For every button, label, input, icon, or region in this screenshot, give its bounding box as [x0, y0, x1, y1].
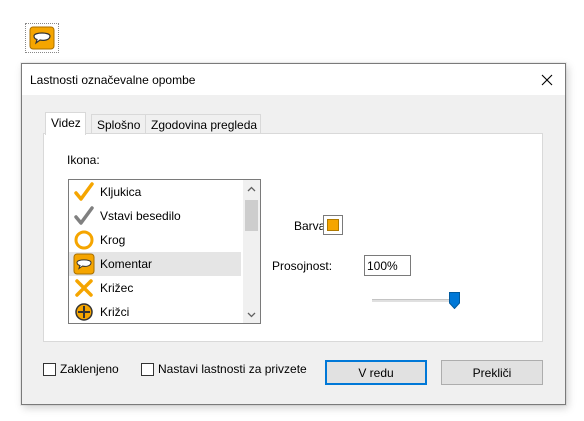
checkmark-gray-icon [72, 204, 96, 228]
circle-icon [72, 228, 96, 252]
title-bar: Lastnosti označevalne opombe [22, 64, 565, 95]
opacity-label: Prosojnost: [272, 259, 333, 273]
scroll-up-button[interactable] [243, 180, 260, 197]
list-item-label: Križci [100, 305, 130, 319]
opacity-slider-thumb[interactable] [449, 292, 460, 310]
tab-appearance[interactable]: Videz [45, 112, 86, 135]
color-picker-button[interactable] [323, 215, 343, 235]
dialog-title: Lastnosti označevalne opombe [30, 73, 196, 87]
chevron-up-icon [247, 186, 256, 191]
locked-checkbox-row[interactable]: Zaklenjeno [43, 362, 119, 376]
locked-label: Zaklenjeno [60, 362, 119, 376]
icon-label: Ikona: [67, 153, 100, 167]
set-default-checkbox-row[interactable]: Nastavi lastnosti za privzete [141, 362, 307, 376]
opacity-field[interactable] [364, 255, 411, 276]
appearance-panel: Ikona: Kljukica Vstavi besedilo Krog Kom… [43, 133, 543, 342]
comment-annotation-icon[interactable] [25, 23, 59, 53]
list-item-comment[interactable]: Komentar [69, 252, 241, 276]
comment-icon [72, 252, 96, 276]
list-item-crosshairs[interactable]: Križci [69, 300, 241, 323]
list-item-circle[interactable]: Krog [69, 228, 241, 252]
chevron-down-icon [247, 312, 256, 317]
cross-icon [72, 276, 96, 300]
listbox-scrollbar[interactable] [243, 180, 260, 323]
cancel-button[interactable]: Prekliči [441, 360, 543, 385]
checkmark-orange-icon [72, 180, 96, 204]
list-item-insert-text[interactable]: Vstavi besedilo [69, 204, 241, 228]
list-item-label: Kljukica [100, 185, 142, 199]
close-button[interactable] [529, 64, 565, 95]
list-item-label: Vstavi besedilo [100, 209, 181, 223]
crosshairs-icon [72, 300, 96, 323]
icon-listbox[interactable]: Kljukica Vstavi besedilo Krog Komentar K… [68, 179, 261, 324]
tab-review-history[interactable]: Zgodovina pregleda [145, 114, 261, 134]
list-item-checkmark[interactable]: Kljukica [69, 180, 241, 204]
scroll-down-button[interactable] [243, 306, 260, 323]
color-swatch-fill [327, 219, 339, 231]
set-default-label: Nastavi lastnosti za privzete [158, 362, 307, 376]
list-item-label: Krog [100, 233, 126, 247]
tab-general[interactable]: Splošno [91, 114, 146, 134]
set-default-checkbox[interactable] [141, 362, 154, 376]
ok-button[interactable]: V redu [325, 360, 427, 385]
opacity-slider-track[interactable] [372, 299, 457, 302]
list-item-cross[interactable]: Križec [69, 276, 241, 300]
list-item-label: Križec [100, 281, 134, 295]
locked-checkbox[interactable] [43, 362, 56, 376]
list-item-label: Komentar [100, 257, 153, 271]
annotation-properties-dialog: Lastnosti označevalne opombe Videz Sploš… [21, 63, 566, 405]
scroll-thumb[interactable] [245, 200, 258, 231]
close-icon [541, 74, 553, 85]
